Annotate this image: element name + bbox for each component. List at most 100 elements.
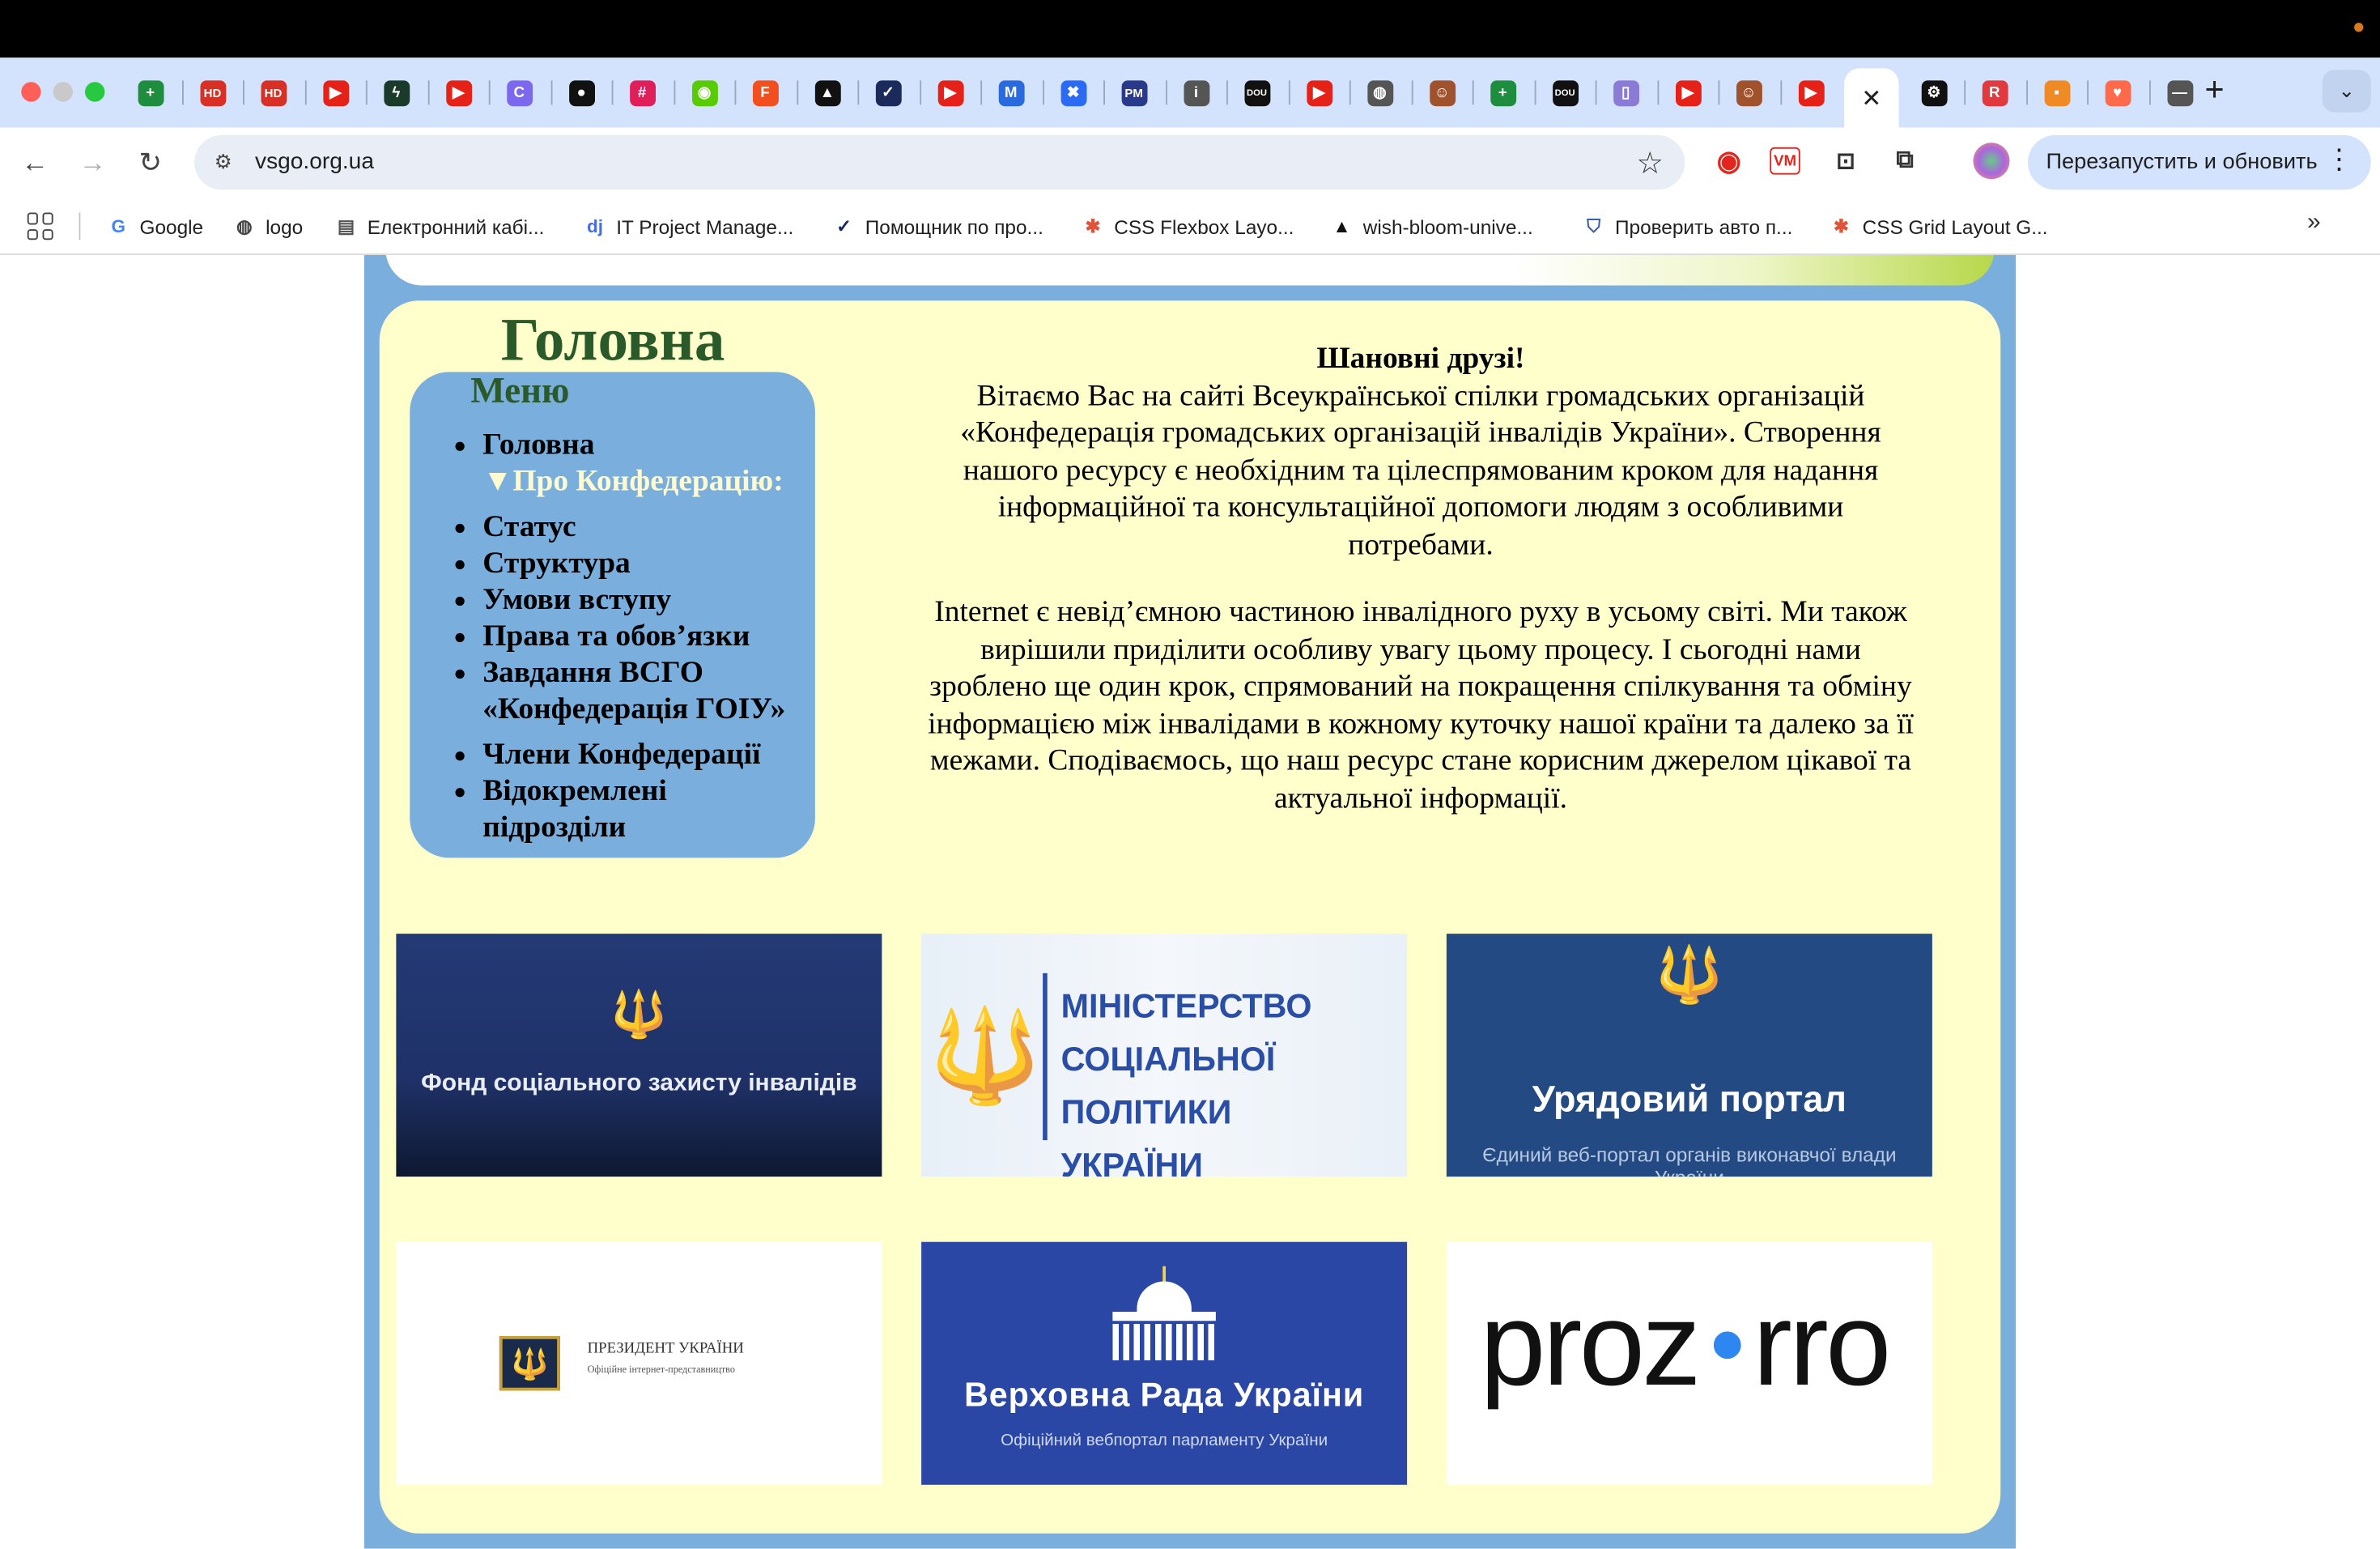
profile-avatar[interactable] (1973, 143, 2010, 180)
bolt-icon: ϟ (383, 80, 410, 107)
browser-tab[interactable]: + (121, 68, 179, 118)
trident-icon: 🔱 (1655, 943, 1723, 1006)
browser-tab[interactable]: ♥ (2089, 68, 2146, 118)
robot-extension-icon[interactable]: ⊡ (1829, 144, 1862, 177)
browser-tab[interactable]: ⚙ (1905, 68, 1962, 118)
menu-item-tasks[interactable]: Завдання ВСГО «Конфедерація ГОІУ» (482, 654, 815, 727)
bookmark-item[interactable]: ✱ CSS Grid Layout G... (1829, 210, 2048, 243)
browser-tab[interactable]: ▶ (307, 68, 364, 118)
browser-tab[interactable]: ☺ (1413, 68, 1471, 118)
menu-item-join-conditions[interactable]: Умови вступу (482, 581, 815, 618)
bookmarks-divider (79, 212, 81, 240)
menu-item-rights-duties[interactable]: Права та обов’язки (482, 618, 815, 654)
bookmark-item[interactable]: ⛉ Проверить авто п... (1582, 210, 1792, 243)
maximize-window-button[interactable] (85, 82, 105, 102)
site-info-icon[interactable]: ⚙ (208, 147, 239, 178)
minimize-window-button[interactable] (53, 82, 73, 102)
tab-separator (1166, 80, 1167, 105)
menu-item-members[interactable]: Члени Конфедерації (482, 736, 815, 772)
bookmark-item[interactable]: ◍ logo (232, 210, 303, 243)
browser-tab[interactable]: HD (244, 68, 302, 118)
vm-extension-icon[interactable]: VM (1770, 147, 1800, 175)
close-window-button[interactable] (21, 82, 41, 102)
browser-tab[interactable]: ☺ (1719, 68, 1777, 118)
browser-tab[interactable]: i (1167, 68, 1225, 118)
browser-tab[interactable]: ϟ (368, 68, 425, 118)
face-icon: ☺ (1736, 80, 1762, 107)
banner-prozorro[interactable]: proz rro (1446, 1241, 1932, 1485)
tab-separator (1780, 80, 1783, 105)
youtube-icon: ▶ (445, 80, 472, 107)
browser-tab[interactable]: ● (553, 68, 610, 118)
browser-tab[interactable]: ▶ (1659, 68, 1716, 118)
browser-tab[interactable]: # (614, 68, 671, 118)
browser-tab[interactable]: HD (184, 68, 241, 118)
browser-tab[interactable]: + (1474, 68, 1532, 118)
new-tab-button[interactable]: + (2198, 72, 2231, 106)
browser-tab[interactable]: ▶ (430, 68, 487, 118)
clickup-icon: C (506, 80, 533, 107)
bookmark-item[interactable]: ✱ CSS Flexbox Layo... (1081, 210, 1294, 243)
more-menu-icon[interactable]: ⋮ (2326, 144, 2353, 176)
banner-verkhovna-rada[interactable]: Верховна Рада України Офіційний вебпорта… (921, 1241, 1408, 1485)
bookmark-item[interactable]: ▤ Електронний кабі... (334, 210, 545, 243)
relaunch-label: Перезапустить и обновить (2046, 150, 2318, 175)
menu-item-home[interactable]: Головна (482, 427, 815, 463)
browser-tab[interactable]: ▶ (1782, 68, 1839, 118)
ministry-line-3: УКРАЇНИ (1060, 1146, 1203, 1177)
check-icon: ✓ (836, 215, 852, 237)
active-tab[interactable]: ✕ (1844, 68, 1899, 128)
browser-tab[interactable]: C (491, 68, 548, 118)
browser-tab[interactable]: F (736, 68, 793, 118)
browser-tab[interactable]: ▯ (1597, 68, 1655, 118)
bookmark-star-icon[interactable]: ☆ (1636, 144, 1664, 182)
close-tab-icon[interactable]: ✕ (1861, 83, 1881, 113)
menu-item-status[interactable]: Статус (482, 509, 815, 545)
youtube-icon: ▶ (1675, 80, 1701, 107)
browser-tab[interactable]: R (1966, 68, 2023, 118)
browser-tab[interactable]: ▶ (921, 68, 979, 118)
menu-item-structure[interactable]: Структура (482, 545, 815, 581)
banner-government-portal[interactable]: 🔱 Урядовий портал Єдиний веб-портал орга… (1446, 934, 1932, 1177)
browser-tab[interactable]: ✓ (859, 68, 916, 118)
forward-button[interactable]: → (73, 143, 113, 182)
url-text[interactable]: vsgo.org.ua (255, 149, 374, 175)
relaunch-update-button[interactable]: Перезапустить и обновить ⋮ (2028, 134, 2371, 190)
tab-separator (1595, 80, 1597, 105)
banner-ministry-social-policy[interactable]: 🔱 МІНІСТЕРСТВО СОЦІАЛЬНОЇ ПОЛІТИКИ УКРАЇ… (921, 934, 1408, 1177)
bookmark-item[interactable]: ✓ Помощник по про... (832, 210, 1043, 243)
chevron-down-icon: ⌄ (2338, 79, 2355, 102)
banner-title: Фонд соціального захисту інвалідів (421, 1070, 857, 1096)
browser-tab[interactable]: M (982, 68, 1039, 118)
browser-tab[interactable]: ◉ (675, 68, 733, 118)
browser-tab[interactable]: PM (1105, 68, 1162, 118)
menu-item-about-toggle[interactable]: ▼Про Конфедерацію: (482, 463, 815, 500)
browser-tab[interactable]: DOU (1536, 68, 1594, 118)
reload-button[interactable]: ↻ (130, 143, 170, 182)
opera-extension-icon[interactable]: ◉ (1712, 144, 1745, 177)
browser-tab[interactable]: ◍ (1351, 68, 1409, 118)
triangle-icon: ▲ (814, 80, 840, 107)
tab-separator (1288, 80, 1290, 105)
banner-social-protection-fund[interactable]: 🔱 Фонд соціального захисту інвалідів (396, 934, 882, 1177)
address-bar[interactable]: ⚙ vsgo.org.ua ☆ (194, 134, 1685, 190)
more-bookmarks-icon[interactable]: » (2307, 210, 2321, 237)
extensions-puzzle-icon[interactable]: ⧉ (1889, 144, 1922, 177)
tab-search-button[interactable]: ⌄ (2322, 70, 2371, 113)
trident-icon: 🔱 (928, 1006, 1042, 1106)
bookmark-item[interactable]: ▲ wish-bloom-unive... (1330, 210, 1532, 243)
apps-grid-icon[interactable] (27, 212, 55, 240)
bookmark-item[interactable]: G Google (106, 210, 203, 243)
back-button[interactable]: ← (15, 143, 55, 182)
banner-president-ukraine[interactable]: 🔱 ПРЕЗИДЕНТ УКРАЇНИ Офіційне інтернет-пр… (396, 1241, 882, 1485)
browser-tab[interactable]: ▲ (798, 68, 856, 118)
browser-tab[interactable]: ▪ (2028, 68, 2085, 118)
browser-tab[interactable]: ✖ (1044, 68, 1102, 118)
tab-separator (243, 80, 244, 105)
bookmark-label: Google (139, 215, 204, 238)
browser-tab[interactable]: DOU (1228, 68, 1286, 118)
bookmark-item[interactable]: dj IT Project Manage... (583, 210, 793, 243)
menu-item-divisions[interactable]: Відокремлені підрозділи (482, 772, 815, 845)
banner-subtitle: Єдиний веб-портал органів виконавчої вла… (1482, 1143, 1897, 1177)
browser-tab[interactable]: ▶ (1290, 68, 1348, 118)
